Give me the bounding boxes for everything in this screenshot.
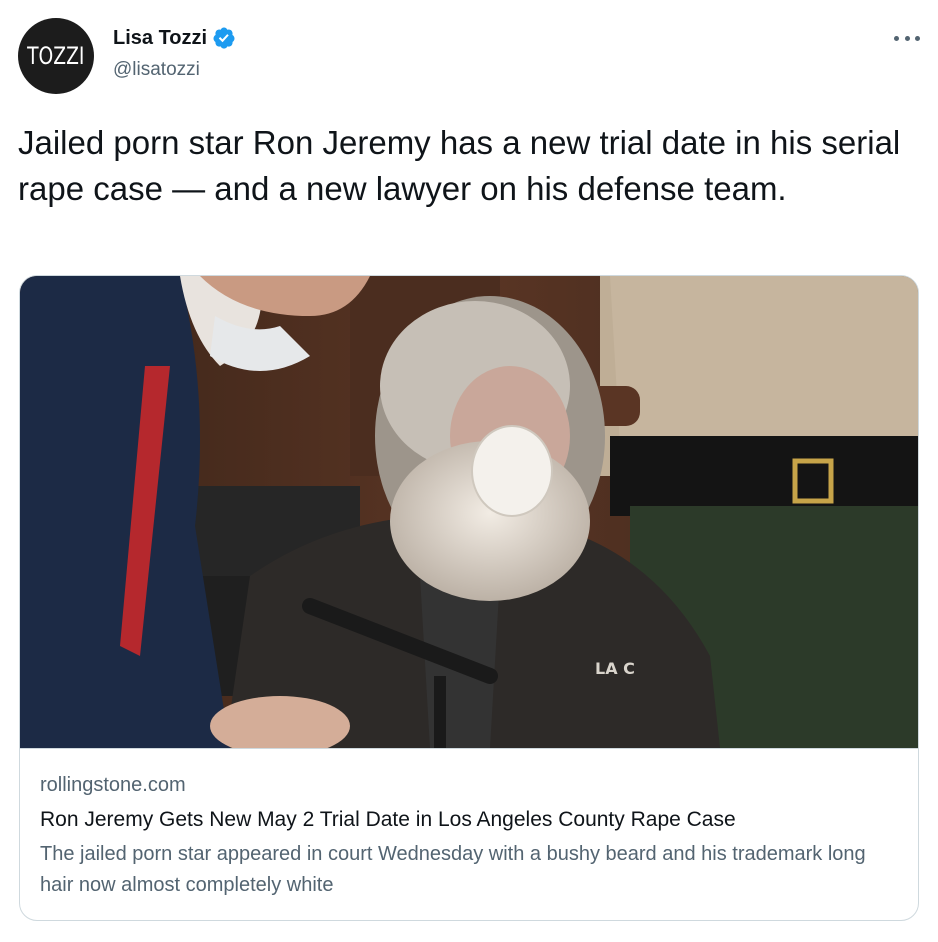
avatar-text: TOZZI	[27, 42, 85, 70]
author-name-row[interactable]: Lisa Tozzi	[113, 25, 236, 51]
avatar[interactable]: TOZZI	[18, 18, 94, 94]
link-card[interactable]: LA C rollingstone.com Ron Jeremy Gets Ne…	[19, 275, 919, 921]
card-image[interactable]: LA C	[20, 276, 919, 748]
author-name[interactable]: Lisa Tozzi	[113, 25, 207, 51]
tweet-text: Jailed porn star Ron Jeremy has a new tr…	[18, 124, 901, 207]
more-horizontal-icon[interactable]	[894, 30, 920, 46]
card-title[interactable]: Ron Jeremy Gets New May 2 Trial Date in …	[40, 805, 898, 835]
shirt-text: LA C	[595, 659, 635, 678]
card-body[interactable]: rollingstone.com Ron Jeremy Gets New May…	[20, 748, 918, 901]
card-domain: rollingstone.com	[40, 774, 186, 796]
author-handle[interactable]: @lisatozzi	[113, 58, 200, 82]
card-description: The jailed porn star appeared in court W…	[40, 843, 866, 896]
verified-badge-icon	[213, 27, 235, 49]
